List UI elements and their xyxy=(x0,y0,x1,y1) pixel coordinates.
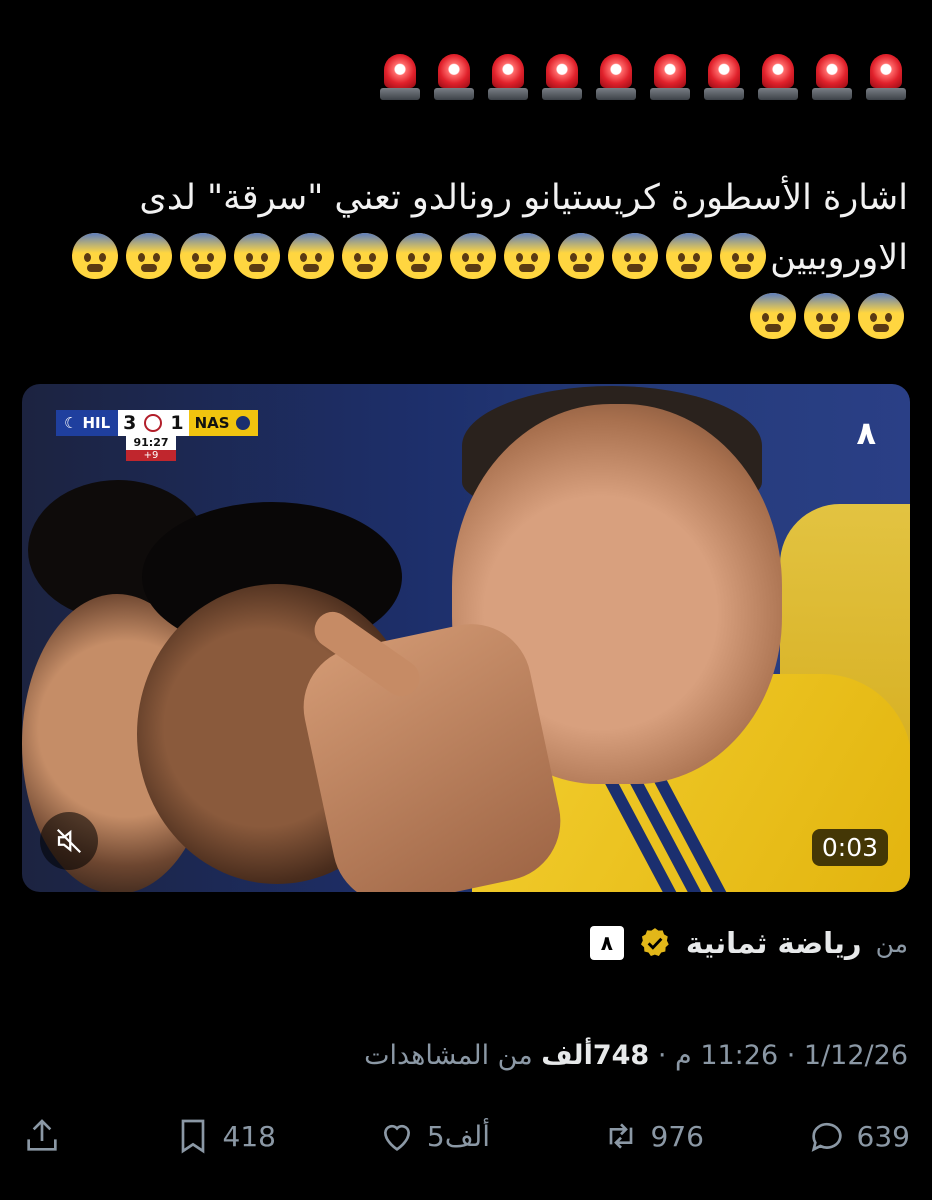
away-team-name: NAS xyxy=(194,414,230,432)
speaker-muted-icon xyxy=(56,828,82,854)
verified-badge-icon xyxy=(640,928,669,957)
home-score: 3 xyxy=(118,410,142,436)
home-team-name: HIL xyxy=(82,414,111,432)
heart-icon xyxy=(383,1124,410,1151)
views-count: 748ألف xyxy=(541,1040,650,1071)
fearful-face-icon xyxy=(858,293,904,339)
fearful-face-icon xyxy=(612,233,659,279)
police-siren-icon xyxy=(812,52,852,102)
fearful-face-icon xyxy=(450,233,497,279)
fearful-face-icon xyxy=(72,233,119,279)
bookmark-icon xyxy=(181,1119,204,1154)
mute-button[interactable] xyxy=(40,812,98,870)
meta-separator: · xyxy=(657,1040,667,1071)
home-team: ☾ HIL xyxy=(56,410,119,436)
bookmark-count: 418 xyxy=(222,1119,276,1153)
added-time: +9 xyxy=(126,450,176,461)
police-siren-icon xyxy=(434,52,474,102)
police-siren-icon xyxy=(650,52,690,102)
tweet-line-3 xyxy=(20,288,908,348)
meta-separator: · xyxy=(786,1040,796,1071)
repost-button[interactable]: 976 xyxy=(601,1116,704,1156)
fearful-face-icon xyxy=(234,233,281,279)
fearful-face-icon xyxy=(180,233,227,279)
reply-bubble-icon xyxy=(811,1122,842,1152)
source-account-name[interactable]: رياضة ثمانية xyxy=(686,926,862,960)
away-team-logo-icon xyxy=(233,414,252,432)
scoreboard: ☾ HIL 3 1 NAS xyxy=(56,410,258,436)
source-attribution: من رياضة ثمانية ٨ xyxy=(589,926,908,960)
views-label: من المشاهدات xyxy=(364,1040,533,1071)
police-siren-icon xyxy=(380,52,420,102)
home-team-logo-icon: ☾ xyxy=(64,414,78,432)
police-siren-icon xyxy=(866,52,906,102)
source-logo: ٨ xyxy=(589,926,624,960)
league-logo-icon xyxy=(141,410,166,436)
police-siren-icon xyxy=(704,52,744,102)
broadcaster-logo: ٨ xyxy=(856,414,876,452)
action-bar: 639 976 5ألف 418 xyxy=(0,1116,932,1166)
tweet-time: 11:26 م xyxy=(675,1040,779,1071)
repost-count: 976 xyxy=(650,1119,704,1153)
siren-emoji-row xyxy=(380,52,906,102)
fearful-face-icon xyxy=(750,293,796,339)
tweet-line-2: الاوروبيين xyxy=(20,228,908,288)
fearful-face-icon xyxy=(666,233,713,279)
police-siren-icon xyxy=(758,52,798,102)
fearful-face-icon xyxy=(504,233,551,279)
police-siren-icon xyxy=(596,52,636,102)
tweet-text: اشارة الأسطورة كريستيانو رونالدو تعني "س… xyxy=(20,168,908,348)
fearful-face-icon xyxy=(558,233,605,279)
repost-icon xyxy=(609,1123,632,1149)
like-button[interactable]: 5ألف xyxy=(377,1116,490,1156)
fearful-face-icon xyxy=(396,233,443,279)
reply-count: 639 xyxy=(856,1119,910,1153)
fearful-face-icon xyxy=(804,293,850,339)
tweet-date: 1/12/26 xyxy=(803,1040,908,1071)
fearful-face-icon xyxy=(126,233,173,279)
tweet-line-1: اشارة الأسطورة كريستيانو رونالدو تعني "س… xyxy=(139,178,908,218)
police-siren-icon xyxy=(542,52,582,102)
fearful-face-icon xyxy=(720,233,767,279)
video-duration: 0:03 xyxy=(811,829,888,866)
reply-button[interactable]: 639 xyxy=(807,1116,910,1156)
police-siren-icon xyxy=(488,52,528,102)
fearful-face-icon xyxy=(342,233,389,279)
fearful-face-icon xyxy=(288,233,335,279)
tweet-meta: 1/12/26 · 11:26 م · 748ألف من المشاهدات xyxy=(364,1040,908,1071)
share-button[interactable] xyxy=(22,1116,62,1156)
share-upload-icon xyxy=(27,1119,57,1151)
like-count: 5ألف xyxy=(426,1119,490,1153)
bookmark-button[interactable]: 418 xyxy=(173,1116,276,1156)
video-player[interactable]: ☾ HIL 3 1 NAS 91:27 +9 ٨ 0:03 xyxy=(22,384,910,892)
source-from-label: من xyxy=(875,928,908,958)
tweet-line-2-text: الاوروبيين xyxy=(770,238,908,278)
match-clock: 91:27 xyxy=(126,436,176,450)
away-team: NAS xyxy=(188,410,258,436)
away-score: 1 xyxy=(165,410,189,436)
